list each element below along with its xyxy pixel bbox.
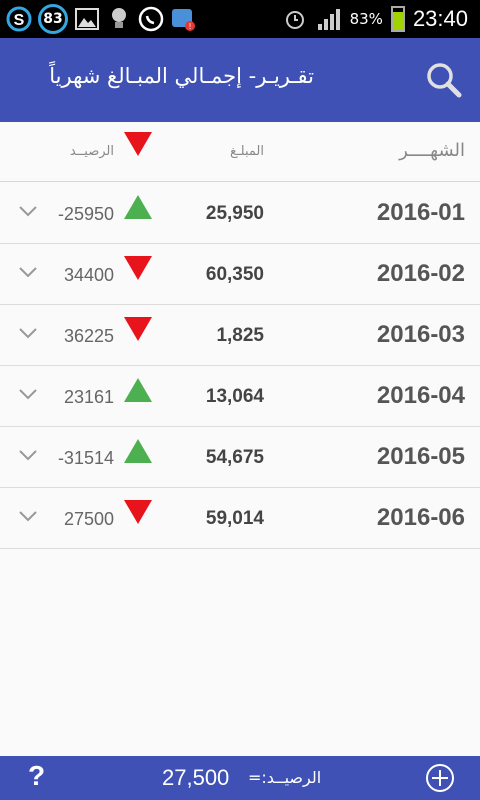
search-icon[interactable]: [424, 60, 464, 100]
chevron-down-icon[interactable]: [18, 386, 38, 405]
help-button[interactable]: ?: [28, 760, 45, 792]
status-time: 23:40: [412, 6, 468, 31]
chevron-down-icon[interactable]: [18, 203, 38, 222]
month-list: 2016-01 25,950 -25950 2016-02 60,350 34400 201…: [0, 183, 480, 549]
app-update-icon: !: [170, 6, 196, 32]
notification-count-badge: 83: [38, 4, 68, 34]
row-month: 2016-05: [376, 443, 465, 470]
trend-down-icon: [124, 500, 152, 528]
battery-icon: [390, 6, 405, 32]
chevron-down-icon[interactable]: [18, 508, 38, 527]
row-balance: -31514: [57, 448, 114, 468]
row-amount: 60,350: [205, 264, 264, 285]
svg-text:!: !: [189, 22, 191, 31]
trend-down-icon: [124, 317, 152, 345]
app-bar: تقـريـر- إجمـالي المبـالغ شهرياً: [0, 38, 480, 122]
trend-down-icon: [124, 256, 152, 284]
row-balance: 23161: [63, 387, 114, 407]
whatsapp-icon: [138, 6, 164, 32]
total-balance-label: الرصيــد:=: [248, 768, 322, 787]
list-item[interactable]: 2016-01 25,950 -25950: [0, 183, 480, 244]
list-item[interactable]: 2016-05 54,675 -31514: [0, 427, 480, 488]
signal-icon: [316, 6, 342, 32]
row-amount: 13,064: [205, 386, 264, 407]
row-month: 2016-04: [376, 382, 465, 409]
sort-down-arrow-icon[interactable]: [124, 132, 152, 160]
trend-up-icon: [124, 378, 152, 406]
table-header: الشهــــر المبلـغ الرصيــد: [0, 122, 480, 182]
total-balance-value: 27,500: [162, 765, 230, 790]
lightbulb-icon: [106, 6, 132, 32]
trend-up-icon: [124, 439, 152, 467]
row-amount: 25,950: [205, 203, 264, 224]
list-item[interactable]: 2016-03 1,825 36225: [0, 305, 480, 366]
row-month: 2016-02: [376, 260, 465, 287]
trend-up-icon: [124, 195, 152, 223]
chevron-down-icon[interactable]: [18, 447, 38, 466]
row-balance: 36225: [63, 326, 114, 346]
status-bar: S 83 ! 83% 23:40: [0, 0, 480, 38]
add-circle-icon[interactable]: [424, 762, 456, 798]
alarm-icon: [282, 6, 308, 32]
battery-percent: 83%: [349, 10, 383, 28]
row-month: 2016-03: [376, 321, 465, 348]
row-amount: 1,825: [216, 325, 264, 346]
list-item[interactable]: 2016-04 13,064 23161: [0, 366, 480, 427]
svg-text:S: S: [14, 12, 25, 29]
row-month: 2016-06: [376, 504, 465, 531]
chevron-down-icon[interactable]: [18, 264, 38, 283]
row-balance: -25950: [57, 204, 114, 224]
header-month[interactable]: الشهــــر: [399, 140, 465, 161]
chevron-down-icon[interactable]: [18, 325, 38, 344]
row-amount: 54,675: [205, 447, 264, 468]
row-balance: 27500: [63, 509, 114, 529]
row-balance: 34400: [63, 265, 114, 285]
page-title: تقـريـر- إجمـالي المبـالغ شهرياً: [49, 64, 314, 88]
image-icon: [74, 6, 100, 32]
header-balance[interactable]: الرصيــد: [70, 144, 114, 159]
row-month: 2016-01: [376, 199, 465, 226]
swype-icon: S: [6, 6, 32, 32]
row-amount: 59,014: [205, 508, 264, 529]
list-item[interactable]: 2016-02 60,350 34400: [0, 244, 480, 305]
list-item[interactable]: 2016-06 59,014 27500: [0, 488, 480, 549]
header-amount[interactable]: المبلـغ: [230, 144, 264, 159]
bottom-bar: ? 27,500 الرصيــد:=: [0, 756, 480, 800]
